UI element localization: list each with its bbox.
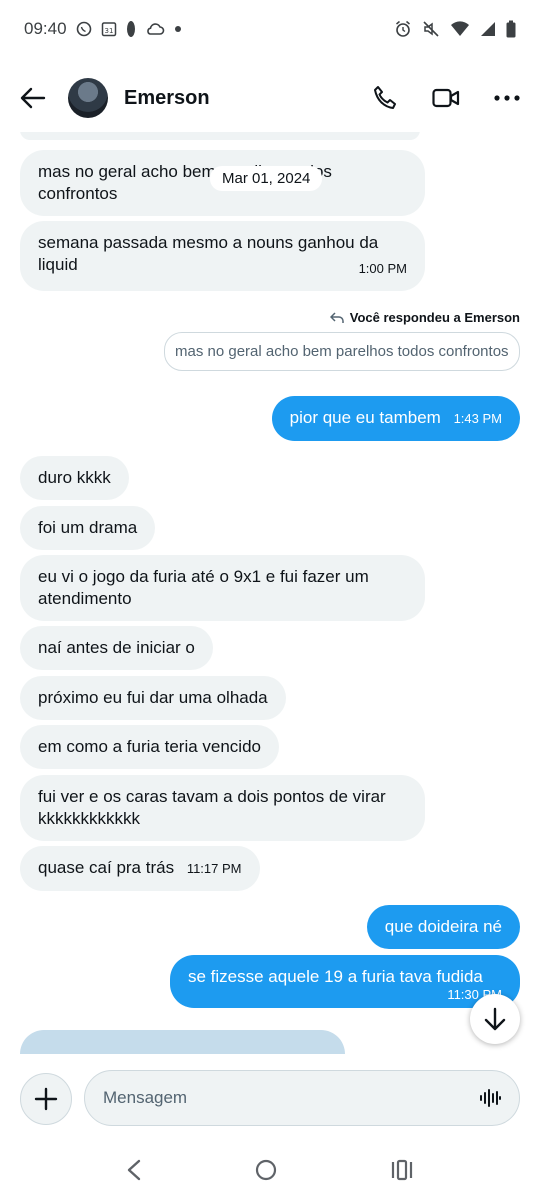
avatar[interactable]	[68, 78, 108, 118]
system-nav-bar	[0, 1140, 540, 1200]
date-chip: Mar 01, 2024	[210, 166, 323, 191]
leaf-icon	[126, 20, 136, 38]
message-text: pior que eu tambem	[289, 408, 441, 427]
nav-home-icon[interactable]	[254, 1158, 278, 1182]
message-text: em como a furia teria vencido	[38, 737, 261, 756]
cloud-icon	[145, 22, 165, 36]
message-bubble-outgoing[interactable]: se fizesse aquele 19 a furia tava fudida…	[170, 955, 520, 1008]
message-text: eu vi o jogo da furia até o 9x1 e fui fa…	[38, 567, 369, 608]
message-bubble-outgoing[interactable]: que doideira né	[366, 905, 520, 949]
message-bubble[interactable]: foi um drama	[20, 506, 156, 550]
phone-icon[interactable]	[372, 85, 398, 111]
message-text: duro kkkk	[38, 468, 111, 487]
message-bubble[interactable]: quase caí pra trás 11:17 PM	[20, 846, 260, 891]
signal-icon	[480, 21, 496, 37]
arrow-down-icon	[484, 1007, 506, 1031]
media-preview-partial[interactable]	[20, 1030, 345, 1054]
message-bubble-partial	[20, 132, 420, 140]
alarm-icon	[394, 20, 412, 38]
message-bubble[interactable]: eu vi o jogo da furia até o 9x1 e fui fa…	[20, 555, 425, 621]
plus-icon	[34, 1087, 58, 1111]
message-bubble[interactable]: em como a furia teria vencido	[20, 725, 279, 769]
calendar-icon: 31	[101, 21, 117, 37]
message-bubble-outgoing[interactable]: pior que eu tambem 1:43 PM	[271, 396, 520, 441]
status-bar: 09:40 31	[0, 0, 540, 58]
reply-note-text: Você respondeu a Emerson	[349, 310, 520, 325]
quoted-message[interactable]: mas no geral acho bem parelhos todos con…	[164, 332, 520, 371]
nav-back-icon[interactable]	[126, 1159, 142, 1181]
message-text: se fizesse aquele 19 a furia tava fudida	[188, 967, 483, 986]
contact-name[interactable]: Emerson	[124, 87, 210, 110]
nav-recents-icon[interactable]	[390, 1159, 414, 1181]
message-text: naí antes de iniciar o	[38, 638, 195, 657]
message-text: semana passada mesmo a nouns ganhou da l…	[38, 233, 379, 274]
message-text: foi um drama	[38, 518, 138, 537]
message-time: 1:43 PM	[453, 411, 502, 426]
message-text: que doideira né	[384, 917, 502, 936]
message-bubble[interactable]: duro kkkk	[20, 456, 129, 500]
message-time: 11:30 PM	[447, 987, 502, 1002]
wifi-icon	[450, 21, 470, 37]
dot-icon	[174, 25, 182, 33]
message-time: 11:17 PM	[186, 861, 242, 876]
calendar-day: 31	[104, 27, 113, 35]
video-icon[interactable]	[432, 87, 460, 109]
battery-icon	[506, 20, 516, 38]
message-text: fui ver e os caras tavam a dois pontos d…	[38, 787, 386, 828]
clock: 09:40	[24, 19, 67, 38]
scroll-to-bottom-button[interactable]	[470, 994, 520, 1044]
reply-icon	[329, 311, 344, 324]
message-text: próximo eu fui dar uma olhada	[38, 688, 268, 707]
message-list[interactable]: mas no geral acho bem parelhos todos con…	[0, 132, 540, 1054]
message-bubble[interactable]: fui ver e os caras tavam a dois pontos d…	[20, 775, 425, 841]
message-field[interactable]	[84, 1070, 520, 1126]
message-bubble[interactable]: próximo eu fui dar uma olhada	[20, 676, 286, 720]
message-bubble[interactable]: semana passada mesmo a nouns ganhou da l…	[20, 221, 425, 291]
message-bubble[interactable]: naí antes de iniciar o	[20, 626, 213, 670]
chat-header: Emerson	[0, 70, 540, 126]
back-arrow-icon[interactable]	[20, 87, 46, 109]
whatsapp-icon	[76, 21, 92, 37]
add-attachment-button[interactable]	[20, 1073, 72, 1125]
message-text: quase caí pra trás	[38, 858, 175, 877]
reply-indicator: Você respondeu a Emerson	[329, 310, 520, 325]
voice-message-icon[interactable]	[479, 1088, 501, 1108]
mute-icon	[422, 20, 440, 38]
message-input[interactable]	[103, 1088, 479, 1108]
more-icon[interactable]	[494, 94, 520, 102]
message-time: 1:00 PM	[358, 261, 407, 276]
composer	[0, 1070, 540, 1128]
